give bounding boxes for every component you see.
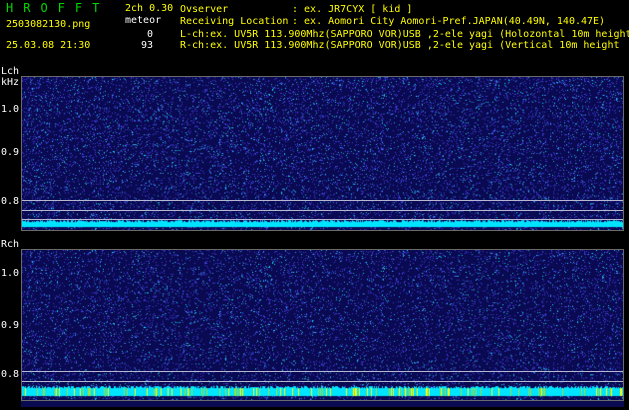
rch-bottom-strip (21, 401, 624, 407)
observer-label: Ovserver (180, 4, 229, 15)
freq-unit-label: kHz (1, 77, 20, 88)
capture-datetime: 25.03.08 21:30 (6, 40, 91, 51)
rch-freq-tick: 1.0 (1, 268, 20, 279)
location-row: Receiving Location : ex. Aomori City Aom… (180, 16, 605, 27)
app-title: HROFFT (6, 1, 110, 15)
reference-line (22, 381, 623, 382)
rch-spectrogram (22, 250, 623, 400)
reference-line (22, 210, 623, 211)
rch-freq-tick: 0.8 (1, 369, 20, 380)
meteor-count-lch: 0 (146, 29, 153, 40)
rch-freq-tick: 0.9 (1, 320, 20, 331)
lch-waterfall (21, 76, 624, 231)
meteor-count-rch: 93 (140, 40, 153, 51)
lch-freq-tick: 0.9 (1, 147, 20, 158)
reference-line (22, 200, 623, 201)
rch-waterfall (21, 249, 624, 401)
reference-line (22, 219, 623, 220)
reference-line (22, 371, 623, 372)
meteor-label: meteor (125, 15, 162, 26)
lch-freq-tick: 1.0 (1, 104, 20, 115)
observer-value: : ex. JR7CYX [ kid ] (292, 4, 413, 15)
lch-spectrogram (22, 77, 623, 230)
rch-config: R-ch:ex. UV5R 113.900Mhz(SAPPORO VOR)USB… (180, 40, 620, 51)
lch-label: Lch (1, 66, 20, 77)
rch-label: Rch (1, 239, 20, 250)
version-label: 2ch 0.30 (125, 3, 174, 14)
lch-config: L-ch:ex. UV5R 113.900Mhz(SAPPORO VOR)USB… (180, 29, 629, 40)
image-filename: 2503082130.png (6, 19, 91, 30)
location-label: Receiving Location (180, 16, 289, 27)
location-value: : ex. Aomori City Aomori-Pref.JAPAN(40.4… (292, 16, 606, 27)
lch-freq-tick: 0.8 (1, 196, 20, 207)
observer-row: Ovserver : ex. JR7CYX [ kid ] (180, 4, 412, 15)
